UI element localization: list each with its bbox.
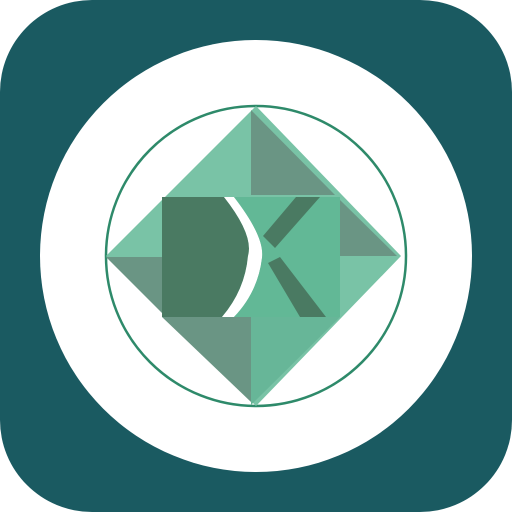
app-icon-graphic (0, 0, 512, 512)
app-icon[interactable] (0, 0, 512, 512)
